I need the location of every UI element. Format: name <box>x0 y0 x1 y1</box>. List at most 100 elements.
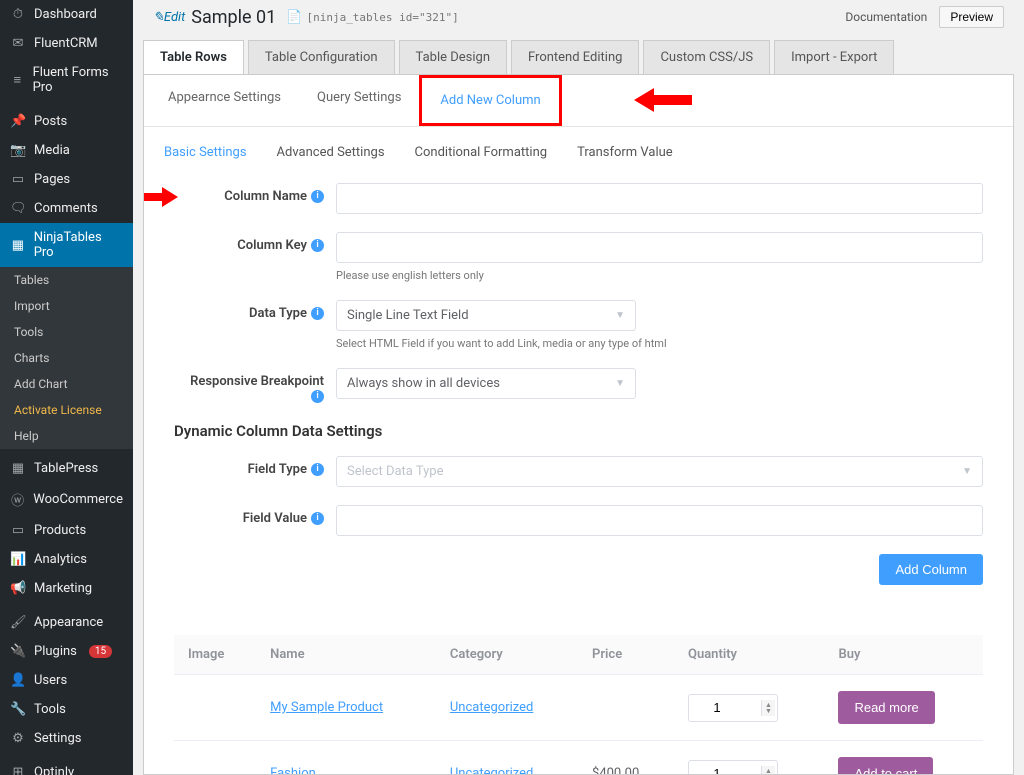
page-icon: ▭ <box>10 172 26 187</box>
sidebar-sub-tools[interactable]: Tools <box>0 319 133 345</box>
sidebar-item-settings[interactable]: ⚙Settings <box>0 724 133 753</box>
subtab-transform[interactable]: Transform Value <box>577 145 673 160</box>
th-image[interactable]: Image <box>174 635 256 675</box>
th-buy[interactable]: Buy <box>824 635 983 675</box>
tab-import-export[interactable]: Import - Export <box>774 40 894 74</box>
spinner-icon[interactable]: ▲▼ <box>761 700 775 716</box>
sidebar-item-pages[interactable]: ▭ Pages <box>0 165 133 194</box>
tab-query-settings[interactable]: Query Settings <box>299 75 419 126</box>
sidebar-item-optinly[interactable]: ⊞Optinly <box>0 758 133 775</box>
sidebar-label: Posts <box>34 114 67 129</box>
sidebar-label: Marketing <box>34 581 92 596</box>
sidebar-label: Settings <box>34 731 81 746</box>
tab-frontend-editing[interactable]: Frontend Editing <box>511 40 639 74</box>
tab-add-new-column[interactable]: Add New Column <box>419 75 561 126</box>
column-name-label: Column Namei <box>174 183 336 204</box>
add-to-cart-button[interactable]: Add to cart <box>838 757 933 775</box>
tab-custom-css[interactable]: Custom CSS/JS <box>643 40 770 74</box>
read-more-button[interactable]: Read more <box>838 691 934 724</box>
sidebar-item-fluentcrm[interactable]: ✉FluentCRM <box>0 29 133 58</box>
th-quantity[interactable]: Quantity <box>674 635 824 675</box>
responsive-select[interactable]: Always show in all devices▼ <box>336 368 636 399</box>
info-icon[interactable]: i <box>311 390 324 403</box>
sidebar-label: WooCommerce <box>33 492 123 507</box>
tab-table-rows[interactable]: Table Rows <box>143 40 244 74</box>
sidebar-sub-charts[interactable]: Charts <box>0 345 133 371</box>
sidebar-item-media[interactable]: 📷Media <box>0 136 133 165</box>
copy-icon[interactable]: 📄 <box>286 10 302 25</box>
th-name[interactable]: Name <box>256 635 436 675</box>
sidebar-sub-addchart[interactable]: Add Chart <box>0 371 133 397</box>
table-row: Fashion Uncategorized $400.00 ▲▼ Add to … <box>174 741 983 775</box>
sidebar-item-fluentforms[interactable]: ≡Fluent Forms Pro <box>0 58 133 102</box>
info-icon[interactable]: i <box>311 190 324 203</box>
info-icon[interactable]: i <box>311 463 324 476</box>
field-value-input[interactable] <box>336 505 983 536</box>
subtab-basic[interactable]: Basic Settings <box>164 145 247 160</box>
topbar: ✎Edit Sample 01 📄 [ninja_tables id="321"… <box>133 0 1024 34</box>
sub-tabs: Basic Settings Advanced Settings Conditi… <box>144 127 1013 173</box>
add-column-button[interactable]: Add Column <box>879 554 983 585</box>
edit-link[interactable]: ✎Edit <box>153 10 185 25</box>
sidebar-item-comments[interactable]: 🗨Comments <box>0 194 133 223</box>
category-link[interactable]: Uncategorized <box>450 700 533 715</box>
sidebar-item-products[interactable]: ▭Products <box>0 516 133 545</box>
sidebar-sub-help[interactable]: Help <box>0 423 133 449</box>
sidebar-item-tablepress[interactable]: ▦TablePress <box>0 454 133 483</box>
subtab-advanced[interactable]: Advanced Settings <box>277 145 385 160</box>
tab-table-config[interactable]: Table Configuration <box>248 40 395 74</box>
sidebar-label: Tools <box>34 702 66 717</box>
data-table: Image Name Category Price Quantity Buy M… <box>174 635 983 775</box>
sidebar-sub-import[interactable]: Import <box>0 293 133 319</box>
tab-table-design[interactable]: Table Design <box>399 40 507 74</box>
category-link[interactable]: Uncategorized <box>450 766 533 775</box>
optinly-icon: ⊞ <box>10 765 26 775</box>
sidebar-item-users[interactable]: 👤Users <box>0 666 133 695</box>
cell-image <box>174 741 256 775</box>
tab-appearance-settings[interactable]: Appearnce Settings <box>150 75 299 126</box>
cell-price <box>578 675 674 741</box>
sidebar-label: FluentCRM <box>34 36 98 51</box>
data-type-select[interactable]: Single Line Text Field▼ <box>336 300 636 331</box>
info-icon[interactable]: i <box>311 512 324 525</box>
data-type-help: Select HTML Field if you want to add Lin… <box>336 337 983 350</box>
documentation-link[interactable]: Documentation <box>845 10 927 24</box>
column-key-input[interactable] <box>336 232 983 263</box>
wrench-icon: 🔧 <box>10 702 26 717</box>
responsive-label: Responsive Breakpointi <box>174 368 336 404</box>
sidebar-item-plugins[interactable]: 🔌Plugins15 <box>0 637 133 666</box>
sidebar-label: Appearance <box>34 615 103 630</box>
column-key-label: Column Keyi <box>174 232 336 253</box>
sidebar-sub-activate[interactable]: Activate License <box>0 397 133 423</box>
sidebar-item-appearance[interactable]: 🖌Appearance <box>0 608 133 637</box>
product-link[interactable]: Fashion <box>270 766 316 775</box>
quantity-stepper[interactable]: ▲▼ <box>688 760 778 775</box>
page-title: Sample 01 <box>191 7 276 28</box>
woo-icon: ⓦ <box>10 490 25 509</box>
annotation-arrow-icon <box>143 185 178 213</box>
sidebar-sub-tables[interactable]: Tables <box>0 267 133 293</box>
sidebar-item-marketing[interactable]: 📢Marketing <box>0 574 133 603</box>
sidebar-item-woocommerce[interactable]: ⓦ WooCommerce <box>0 483 133 516</box>
subtab-conditional[interactable]: Conditional Formatting <box>415 145 548 160</box>
product-link[interactable]: My Sample Product <box>270 700 383 715</box>
th-category[interactable]: Category <box>436 635 578 675</box>
info-icon[interactable]: i <box>311 239 324 252</box>
qty-value[interactable] <box>697 700 737 715</box>
sidebar-item-dashboard[interactable]: ⏱Dashboard <box>0 0 133 29</box>
sidebar-item-analytics[interactable]: 📊Analytics <box>0 545 133 574</box>
quantity-stepper[interactable]: ▲▼ <box>688 694 778 722</box>
preview-button[interactable]: Preview <box>939 6 1004 28</box>
sidebar-item-tools[interactable]: 🔧 Tools <box>0 695 133 724</box>
info-icon[interactable]: i <box>311 307 324 320</box>
sidebar-item-ninjatables[interactable]: ▦NinjaTables Pro <box>0 223 133 267</box>
spinner-icon[interactable]: ▲▼ <box>761 766 775 775</box>
column-name-input[interactable] <box>336 183 983 214</box>
field-type-select[interactable]: Select Data Type▼ <box>336 456 983 487</box>
th-price[interactable]: Price <box>578 635 674 675</box>
sidebar-label: Pages <box>34 172 70 187</box>
chevron-down-icon: ▼ <box>962 466 972 477</box>
qty-value[interactable] <box>697 766 737 775</box>
forms-icon: ≡ <box>10 72 25 88</box>
sidebar-item-posts[interactable]: 📌Posts <box>0 107 133 136</box>
